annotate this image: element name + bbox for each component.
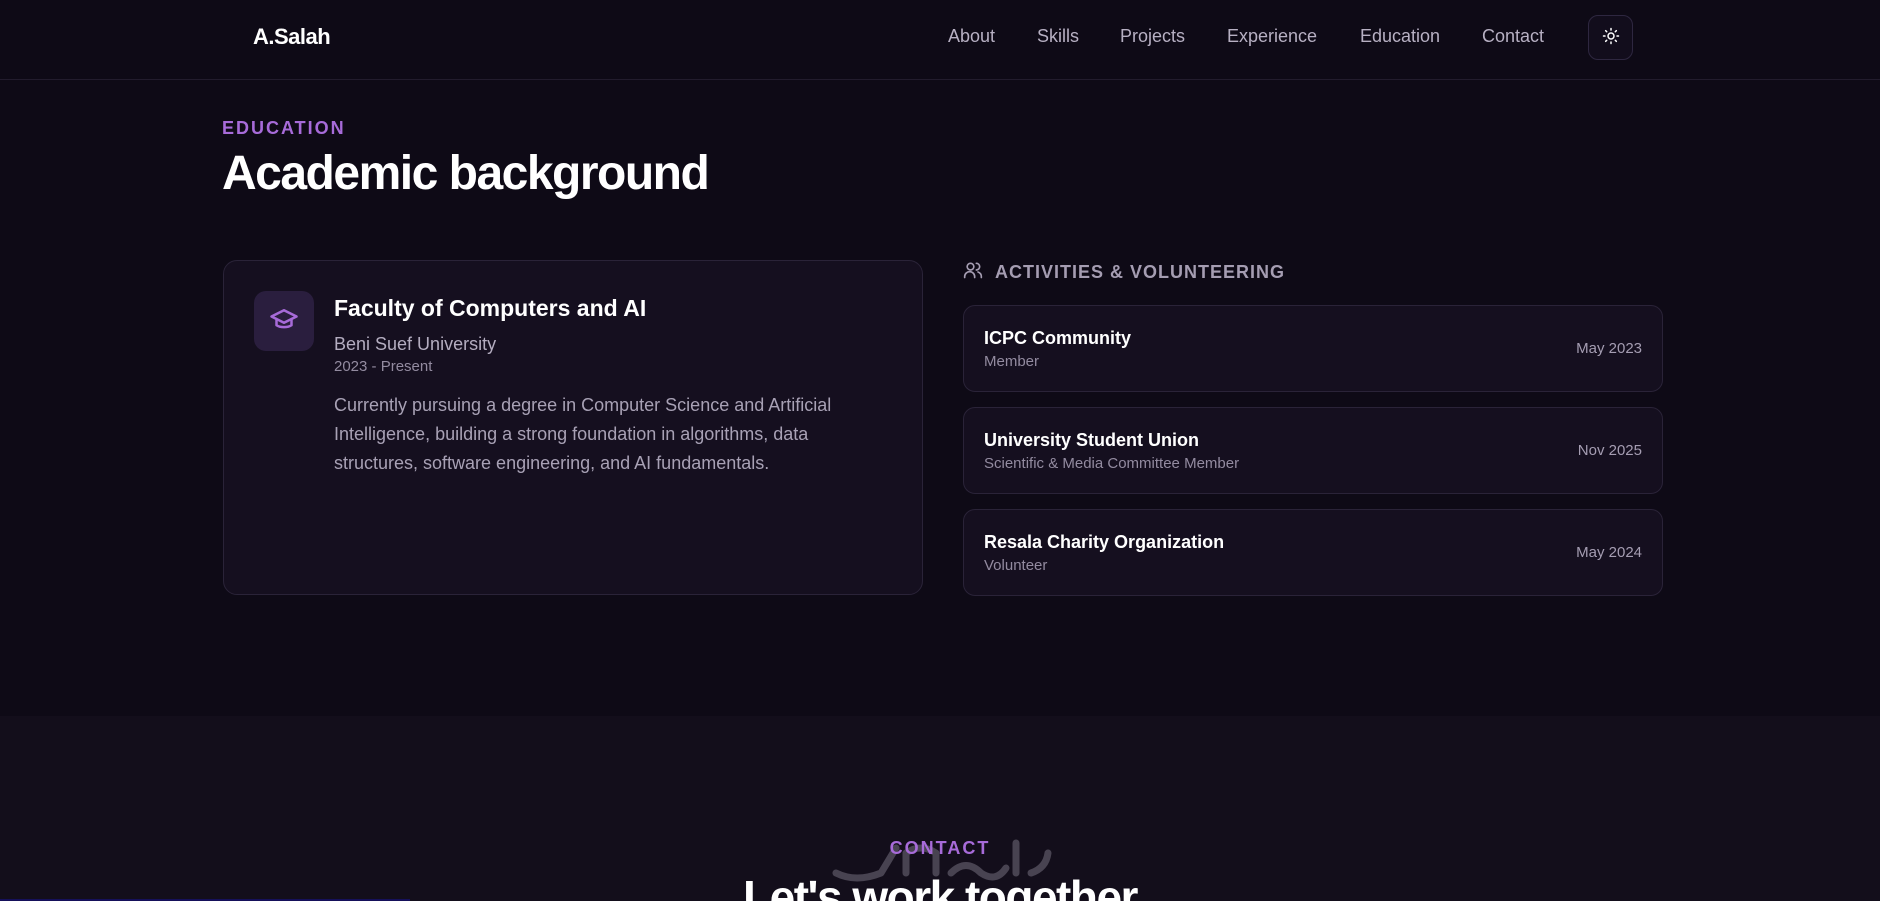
education-card: Faculty of Computers and AI Beni Suef Un…: [223, 260, 923, 595]
theme-toggle-button[interactable]: [1588, 15, 1633, 60]
contact-title: Let's work together: [743, 871, 1138, 901]
activity-date: May 2023: [1576, 340, 1642, 357]
university-name: Beni Suef University: [334, 334, 497, 354]
nav-link-contact[interactable]: Contact: [1482, 26, 1544, 47]
nav-link-projects[interactable]: Projects: [1120, 26, 1185, 47]
nav-link-education[interactable]: Education: [1360, 26, 1440, 47]
contact-eyebrow: CONTACT: [889, 838, 991, 858]
activity-name: University Student Union: [984, 430, 1200, 450]
section-eyebrow: EDUCATION: [222, 118, 346, 138]
contact-section: CONTACT Let's work together: [0, 716, 1880, 901]
activities-heading-label: ACTIVITIES & VOLUNTEERING: [995, 261, 1286, 282]
activity-role: Scientific & Media Committee Member: [984, 455, 1240, 472]
activities-heading: ACTIVITIES & VOLUNTEERING: [963, 260, 1285, 284]
activity-item: Resala Charity Organization Volunteer Ma…: [963, 509, 1663, 596]
activity-name: ICPC Community: [984, 328, 1132, 348]
sun-icon: [1602, 27, 1620, 48]
users-icon: [963, 260, 983, 285]
degree-title: Faculty of Computers and AI: [334, 295, 647, 321]
activity-role: Volunteer: [984, 557, 1048, 574]
activity-role: Member: [984, 353, 1040, 370]
activity-date: May 2024: [1576, 544, 1642, 561]
nav-link-skills[interactable]: Skills: [1037, 26, 1079, 47]
graduation-cap-icon: [269, 304, 299, 339]
education-icon-box: [254, 291, 314, 351]
activity-item: ICPC Community Member May 2023: [963, 305, 1663, 392]
education-description: Currently pursuing a degree in Computer …: [334, 395, 832, 473]
education-dates: 2023 - Present: [334, 358, 433, 375]
section-title: Academic background: [222, 147, 710, 200]
activity-name: Resala Charity Organization: [984, 532, 1225, 552]
top-nav: A.Salah About Skills Projects Experience…: [0, 0, 1880, 80]
nav-link-experience[interactable]: Experience: [1227, 26, 1317, 47]
activity-item: University Student Union Scientific & Me…: [963, 407, 1663, 494]
activity-date: Nov 2025: [1577, 442, 1642, 459]
nav-link-about[interactable]: About: [948, 26, 995, 47]
